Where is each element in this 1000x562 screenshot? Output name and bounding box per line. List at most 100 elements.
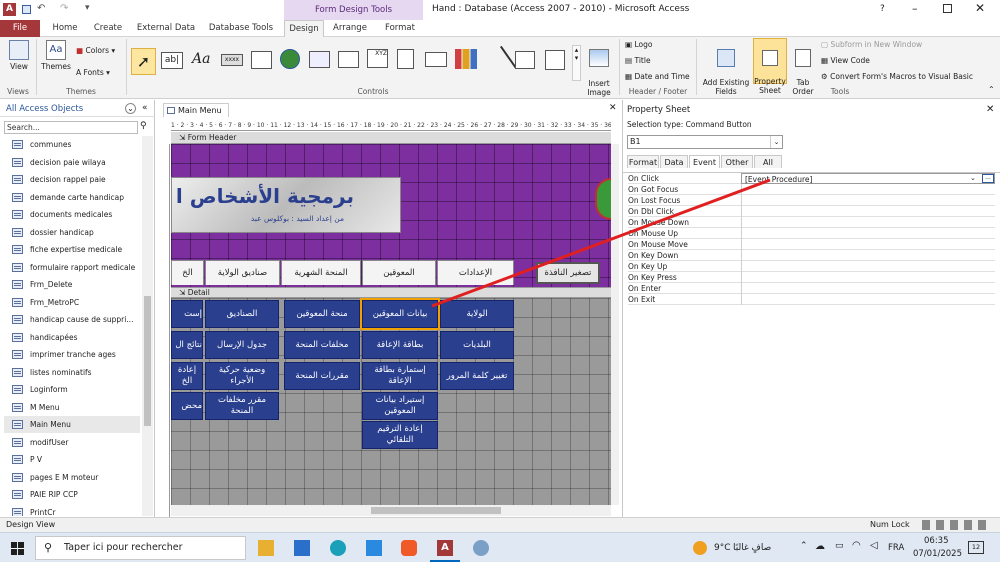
nav-scroll-thumb[interactable] xyxy=(144,296,151,426)
property-row[interactable]: On Got Focus xyxy=(628,184,995,195)
clock-date[interactable]: 07/01/2025 xyxy=(913,549,962,559)
form-command-button[interactable]: الصناديق xyxy=(205,300,279,328)
prop-tab-event[interactable]: Event xyxy=(689,155,720,168)
form-command-button[interactable]: البلديات xyxy=(440,331,514,359)
property-row[interactable]: On Click [Event Procedure] xyxy=(628,173,995,184)
nav-item[interactable]: Frm_MetroPC xyxy=(4,294,140,311)
textbox-control-icon[interactable]: ab| xyxy=(161,52,183,69)
property-sheet-button[interactable]: Property Sheet xyxy=(753,38,787,95)
fonts-button[interactable]: A Fonts ▾ xyxy=(76,68,110,77)
tab-file[interactable]: File xyxy=(0,20,40,37)
prop-tab-data[interactable]: Data xyxy=(660,155,688,168)
option-group-icon[interactable]: XYZ xyxy=(367,49,388,68)
themes-button[interactable]: Aa Themes xyxy=(40,40,72,71)
tab-external-data[interactable]: External Data xyxy=(132,20,200,37)
property-row[interactable]: On Exit xyxy=(628,294,995,305)
brave-icon[interactable] xyxy=(401,540,417,556)
header-logo-image[interactable] xyxy=(595,178,611,220)
search-icon[interactable]: ⚲ xyxy=(140,121,147,131)
prop-tab-format[interactable]: Format xyxy=(627,155,659,168)
property-row[interactable]: On Mouse Move xyxy=(628,239,995,250)
form-command-button[interactable]: محض xyxy=(171,392,203,420)
property-row[interactable]: On Dbl Click xyxy=(628,206,995,217)
form-command-button[interactable]: مقرر مخلفات المنحة xyxy=(205,392,279,420)
property-row[interactable]: On Key Down xyxy=(628,250,995,261)
form-command-button[interactable]: مقررات المنحة xyxy=(284,362,360,390)
property-value[interactable] xyxy=(741,217,995,228)
header-tab-monthly-grant[interactable]: المنحة الشهرية xyxy=(281,260,361,285)
nav-item[interactable]: handicap cause de suppri... xyxy=(4,311,140,328)
chevron-down-icon[interactable]: ⌄ xyxy=(770,136,782,148)
nav-item[interactable]: formulaire rapport medicale xyxy=(4,259,140,276)
property-value[interactable] xyxy=(741,261,995,272)
property-value[interactable] xyxy=(741,250,995,261)
property-row[interactable]: On Key Up xyxy=(628,261,995,272)
nav-item[interactable]: decision rappel paie xyxy=(4,171,140,188)
document-close-icon[interactable]: ✕ xyxy=(609,103,617,113)
volume-icon[interactable]: ◁ xyxy=(870,540,878,551)
form-command-button[interactable]: الولاية xyxy=(440,300,514,328)
edge-icon[interactable] xyxy=(330,540,346,556)
doc-hscroll-thumb[interactable] xyxy=(371,507,501,514)
builder-button[interactable]: ... xyxy=(982,174,994,183)
minimize-window-button[interactable]: تصغير النافذة xyxy=(536,262,600,284)
property-value[interactable] xyxy=(741,294,995,305)
nav-item[interactable]: Main Menu xyxy=(4,416,140,433)
nav-item[interactable]: M Menu xyxy=(4,399,140,416)
tab-arrange[interactable]: Arrange xyxy=(328,20,372,37)
close-icon[interactable]: ✕ xyxy=(975,1,985,15)
view-button[interactable]: View xyxy=(6,40,32,71)
form-command-button[interactable]: جدول الإرسال xyxy=(205,331,279,359)
nav-item[interactable]: listes nominatifs xyxy=(4,364,140,381)
taskbar-search-box[interactable]: ⚲ Taper ici pour rechercher xyxy=(35,536,246,560)
property-value[interactable] xyxy=(741,283,995,294)
prop-tab-all[interactable]: All xyxy=(754,155,782,168)
language-indicator[interactable]: FRA xyxy=(888,543,904,553)
nav-item[interactable]: documents medicales xyxy=(4,206,140,223)
nav-scrollbar[interactable] xyxy=(142,136,153,516)
convert-macros-button[interactable]: ⚙ Convert Form's Macros to Visual Basic xyxy=(821,72,973,81)
form-command-button[interactable]: منحة المعوقين xyxy=(284,300,360,328)
property-sheet-close-icon[interactable]: ✕ xyxy=(986,104,994,115)
access-app-icon[interactable]: A xyxy=(3,3,16,16)
property-value[interactable] xyxy=(741,195,995,206)
minimize-icon[interactable]: – xyxy=(912,2,918,15)
cloud-icon[interactable]: ☁ xyxy=(815,541,825,552)
redo-icon[interactable]: ↷ xyxy=(60,3,68,14)
property-row[interactable]: On Mouse Down xyxy=(628,217,995,228)
property-row[interactable]: On Enter xyxy=(628,283,995,294)
qat-customize-icon[interactable]: ▾ xyxy=(85,3,90,13)
header-tab-disabled[interactable]: المعوقين xyxy=(362,260,436,285)
nav-item[interactable]: demande carte handicap xyxy=(4,189,140,206)
save-icon[interactable] xyxy=(22,5,31,14)
property-value[interactable] xyxy=(741,228,995,239)
nav-item[interactable]: decision paie wilaya xyxy=(4,154,140,171)
page-break-icon[interactable] xyxy=(397,49,414,69)
nav-header[interactable]: All Access Objects ⌄ « xyxy=(0,103,155,117)
chart-control-icon[interactable] xyxy=(455,49,477,69)
undo-icon[interactable]: ↶ xyxy=(37,3,45,14)
navigation-control-icon[interactable] xyxy=(338,51,359,68)
tab-design[interactable]: Design xyxy=(284,20,324,37)
nav-item[interactable]: PAIE RIP CCP xyxy=(4,486,140,503)
collapse-ribbon-icon[interactable]: ⌃ xyxy=(988,85,995,94)
title-button[interactable]: ▤ Title xyxy=(625,56,651,65)
header-tab-settings[interactable]: الإعدادات xyxy=(437,260,514,285)
nav-item[interactable]: pages E M moteur xyxy=(4,469,140,486)
nav-item[interactable]: handicapées xyxy=(4,329,140,346)
form-header-bar[interactable]: ⇲ Form Header xyxy=(171,132,611,144)
nav-item[interactable]: imprimer tranche ages xyxy=(4,346,140,363)
property-row[interactable]: On Lost Focus xyxy=(628,195,995,206)
property-row[interactable]: On Mouse Up xyxy=(628,228,995,239)
tab-database-tools[interactable]: Database Tools xyxy=(203,20,279,37)
property-value[interactable] xyxy=(741,239,995,250)
form-command-button[interactable]: نتائج ال xyxy=(171,331,203,359)
form-command-button[interactable]: إعادة الخ xyxy=(171,362,203,390)
access-taskbar-icon[interactable]: A xyxy=(437,540,453,556)
nav-item[interactable]: Frm_Delete xyxy=(4,276,140,293)
notification-icon[interactable]: 12 xyxy=(968,541,984,554)
document-tab[interactable]: Main Menu xyxy=(163,103,229,117)
store-icon[interactable] xyxy=(366,540,382,556)
doc-hscrollbar[interactable] xyxy=(171,505,611,516)
file-explorer-icon[interactable] xyxy=(258,540,274,556)
